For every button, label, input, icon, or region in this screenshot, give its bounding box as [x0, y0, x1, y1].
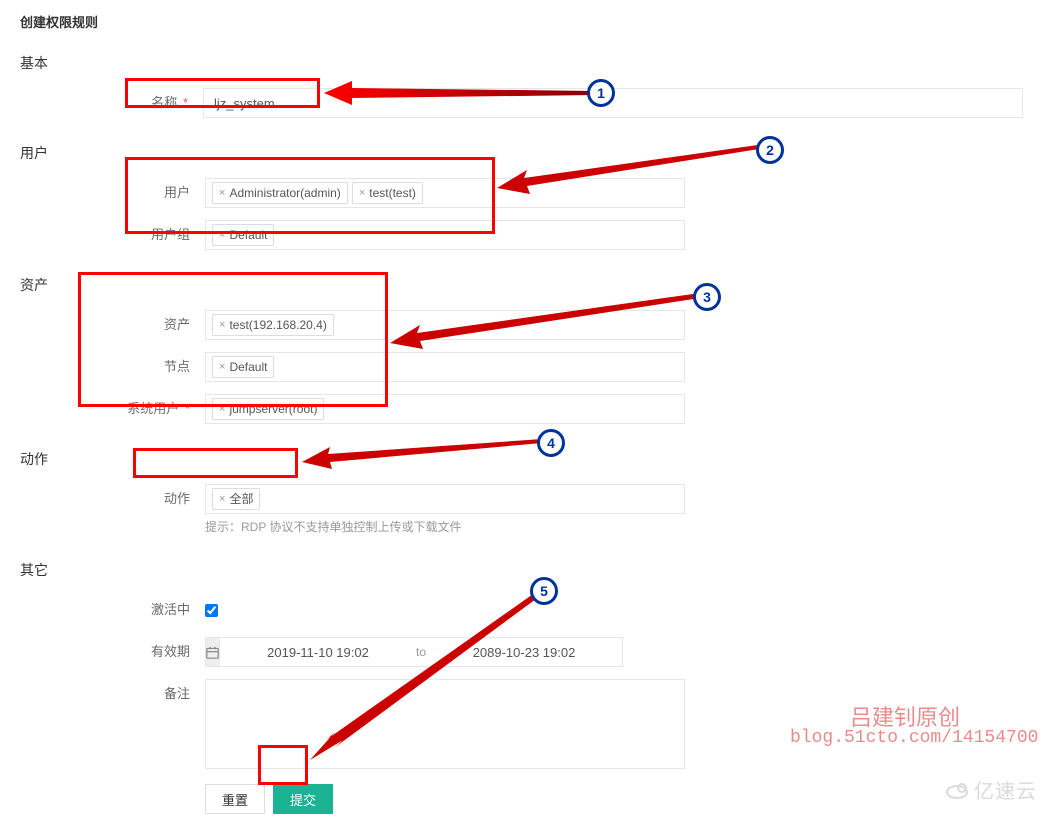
- required-mark: *: [185, 401, 190, 416]
- close-icon[interactable]: ×: [219, 184, 225, 202]
- section-user: 用户 用户 ×Administrator(admin) ×test(test) …: [20, 143, 1023, 250]
- asset-tag-input[interactable]: ×test(192.168.20.4): [205, 310, 685, 340]
- date-from-input[interactable]: [219, 637, 416, 667]
- remark-textarea[interactable]: [205, 679, 685, 769]
- submit-button[interactable]: 提交: [273, 784, 333, 814]
- label-user: 用户: [20, 178, 205, 208]
- sys-user-tag[interactable]: ×jumpserver(root): [212, 398, 324, 420]
- user-tag-input[interactable]: ×Administrator(admin) ×test(test): [205, 178, 685, 208]
- asset-tag[interactable]: ×test(192.168.20.4): [212, 314, 334, 336]
- date-separator: to: [416, 637, 426, 667]
- section-other: 其它 激活中 有效期 to 备注 重置 提: [20, 560, 1023, 814]
- close-icon[interactable]: ×: [219, 400, 225, 418]
- calendar-icon[interactable]: [205, 637, 219, 667]
- user-tag[interactable]: ×Administrator(admin): [212, 182, 348, 204]
- label-action: 动作: [20, 484, 205, 514]
- section-action: 动作 动作 ×全部 提示：RDP 协议不支持单独控制上传或下载文件: [20, 449, 1023, 535]
- section-title-other: 其它: [20, 560, 1023, 580]
- action-tag-input[interactable]: ×全部: [205, 484, 685, 514]
- label-node: 节点: [20, 352, 205, 382]
- user-tag[interactable]: ×test(test): [352, 182, 423, 204]
- user-group-tag[interactable]: ×Default: [212, 224, 274, 246]
- page-title: 创建权限规则: [0, 0, 1043, 43]
- user-group-tag-input[interactable]: ×Default: [205, 220, 685, 250]
- node-tag-input[interactable]: ×Default: [205, 352, 685, 382]
- label-name: 名称 *: [20, 88, 203, 118]
- close-icon[interactable]: ×: [219, 490, 225, 508]
- label-active: 激活中: [20, 595, 205, 625]
- sys-user-tag-input[interactable]: ×jumpserver(root): [205, 394, 685, 424]
- label-user-group: 用户组: [20, 220, 205, 250]
- close-icon[interactable]: ×: [219, 316, 225, 334]
- label-sys-user: 系统用户 *: [20, 394, 205, 424]
- section-title-asset: 资产: [20, 275, 1023, 295]
- node-tag[interactable]: ×Default: [212, 356, 274, 378]
- action-helper-text: 提示：RDP 协议不支持单独控制上传或下载文件: [205, 518, 685, 535]
- reset-button[interactable]: 重置: [205, 784, 265, 814]
- label-asset: 资产: [20, 310, 205, 340]
- label-validity: 有效期: [20, 637, 205, 667]
- active-checkbox[interactable]: [205, 604, 218, 617]
- close-icon[interactable]: ×: [219, 226, 225, 244]
- close-icon[interactable]: ×: [359, 184, 365, 202]
- section-title-action: 动作: [20, 449, 1023, 469]
- section-title-basic: 基本: [20, 53, 1023, 73]
- required-mark: *: [183, 95, 188, 110]
- label-remark: 备注: [20, 679, 205, 709]
- section-title-user: 用户: [20, 143, 1023, 163]
- date-to-input[interactable]: [426, 637, 623, 667]
- close-icon[interactable]: ×: [219, 358, 225, 376]
- name-input[interactable]: [203, 88, 1023, 118]
- section-asset: 资产 资产 ×test(192.168.20.4) 节点 ×Default 系统…: [20, 275, 1023, 424]
- section-basic: 基本 名称 *: [20, 53, 1023, 118]
- action-tag[interactable]: ×全部: [212, 488, 260, 510]
